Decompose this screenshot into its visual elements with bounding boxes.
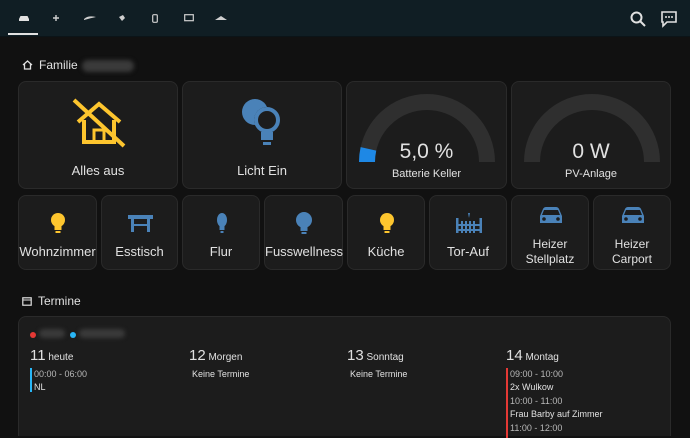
licht-ein-button[interactable]: Licht Ein [182, 81, 342, 189]
licht-ein-label: Licht Ein [237, 163, 287, 178]
day-number: 14 [506, 347, 523, 364]
alles-aus-label: Alles aus [71, 163, 125, 178]
section-familie: Familie [22, 58, 78, 72]
day-number: 11 [30, 347, 46, 364]
event-bar [506, 368, 508, 438]
calendar-legend-dot-blue [70, 332, 76, 338]
calendar-legend-dot-red [30, 332, 36, 338]
room-label-line2: Stellplatz [525, 252, 575, 266]
gauge-batterie-keller[interactable]: 5,0 % Batterie Keller [346, 81, 507, 189]
tab-bird[interactable] [108, 10, 136, 26]
tab-car[interactable] [10, 10, 38, 26]
room-button-wohnzimmer[interactable]: Wohnzimmer [18, 195, 97, 270]
event-time: 09:00 - 10:00 [510, 369, 564, 379]
phone-icon [152, 13, 158, 23]
section-termine: Termine [22, 294, 81, 308]
room-label: Flur [209, 244, 233, 259]
room-button-esstisch[interactable]: Esstisch [101, 195, 178, 270]
gauge-batterie-label: Batterie Keller [391, 168, 462, 180]
room-label: Wohnzimmer [19, 244, 96, 259]
day-name: Montag [525, 352, 559, 363]
room-button-fusswellness[interactable]: Fusswellness [264, 195, 343, 270]
tab-phone[interactable] [141, 10, 169, 26]
redacted-calendar-name [79, 329, 125, 338]
search-icon[interactable] [629, 10, 647, 28]
top-bar [0, 0, 690, 37]
lightbulb-icon [51, 213, 65, 233]
gauge-pv-value: 0 W [572, 140, 610, 163]
day-number: 12 [189, 347, 206, 364]
wave-icon [84, 16, 96, 20]
calendar-day-11[interactable]: 11 heute [30, 347, 73, 364]
day-name: Sonntag [366, 352, 404, 363]
chat-icon[interactable] [660, 10, 678, 28]
alles-aus-button[interactable]: Alles aus [18, 81, 178, 189]
room-button-flur[interactable]: Flur [182, 195, 260, 270]
calendar-day-12[interactable]: 12 Morgen [189, 347, 242, 364]
room-label-line1: Heizer [532, 237, 568, 251]
event-time: 00:00 - 06:00 [34, 369, 88, 379]
event-time: 10:00 - 11:00 [510, 396, 563, 406]
home-icon [22, 60, 33, 70]
lightbulb-icon [217, 213, 227, 233]
room-button-kueche[interactable]: Küche [347, 195, 425, 270]
day-name: Morgen [208, 352, 243, 363]
room-label-line2: Carport [611, 252, 652, 266]
monitor-icon [184, 14, 194, 22]
car-icon [540, 207, 562, 223]
section-familie-title: Familie [39, 58, 78, 72]
table-icon [128, 215, 153, 232]
event-title[interactable]: NL [34, 382, 46, 392]
gauge-pv-label: PV-Anlage [565, 168, 617, 180]
room-button-heizer-carport[interactable]: Heizer Carport [593, 195, 671, 270]
gauge-pv-anlage[interactable]: 0 W PV-Anlage [511, 81, 671, 189]
room-label: Küche [367, 244, 405, 259]
calendar-card: 11 heute 00:00 - 06:00 NL 12 Morgen Kein… [18, 316, 671, 438]
section-termine-title: Termine [38, 294, 81, 308]
room-label-line1: Heizer [614, 237, 650, 251]
event-bar [30, 368, 32, 392]
tab-plus[interactable] [42, 10, 70, 26]
tab-indicator [8, 33, 38, 35]
lightbulb-group-icon [242, 99, 280, 145]
room-label: Heizer Stellplatz [512, 237, 588, 267]
roof-icon [215, 16, 227, 20]
no-events-text: Keine Termine [350, 369, 408, 379]
calendar-icon [22, 297, 32, 306]
room-label: Esstisch [115, 244, 164, 259]
lightbulb-icon [380, 213, 394, 233]
room-label: Fusswellness [265, 244, 344, 259]
day-number: 13 [347, 347, 364, 364]
tab-roof[interactable] [207, 10, 235, 26]
room-button-heizer-stellplatz[interactable]: Heizer Stellplatz [511, 195, 589, 270]
calendar-day-14[interactable]: 14 Montag [506, 347, 559, 364]
room-label: Tor-Auf [447, 244, 489, 259]
lightbulb-icon [296, 212, 312, 234]
tab-wave[interactable] [76, 10, 104, 26]
room-button-tor-auf[interactable]: Tor-Auf [429, 195, 507, 270]
event-title[interactable]: 2x Wulkow [510, 382, 553, 392]
bird-icon [119, 15, 125, 21]
gate-icon [456, 213, 482, 233]
day-name: heute [48, 352, 74, 363]
event-title[interactable]: Frau Barby auf Zimmer [510, 409, 603, 419]
room-label: Heizer Carport [594, 237, 670, 267]
calendar-day-13[interactable]: 13 Sonntag [347, 347, 404, 364]
car-icon [622, 207, 644, 223]
car-icon [19, 16, 29, 21]
event-time: 11:00 - 12:00 [510, 423, 563, 433]
gauge-batterie-value: 5,0 % [399, 140, 454, 163]
home-off-icon [72, 98, 126, 148]
redacted-calendar-name [39, 329, 65, 338]
no-events-text: Keine Termine [192, 369, 250, 379]
redacted-name [82, 60, 134, 72]
tab-monitor[interactable] [175, 10, 203, 26]
plus-icon [53, 15, 59, 21]
